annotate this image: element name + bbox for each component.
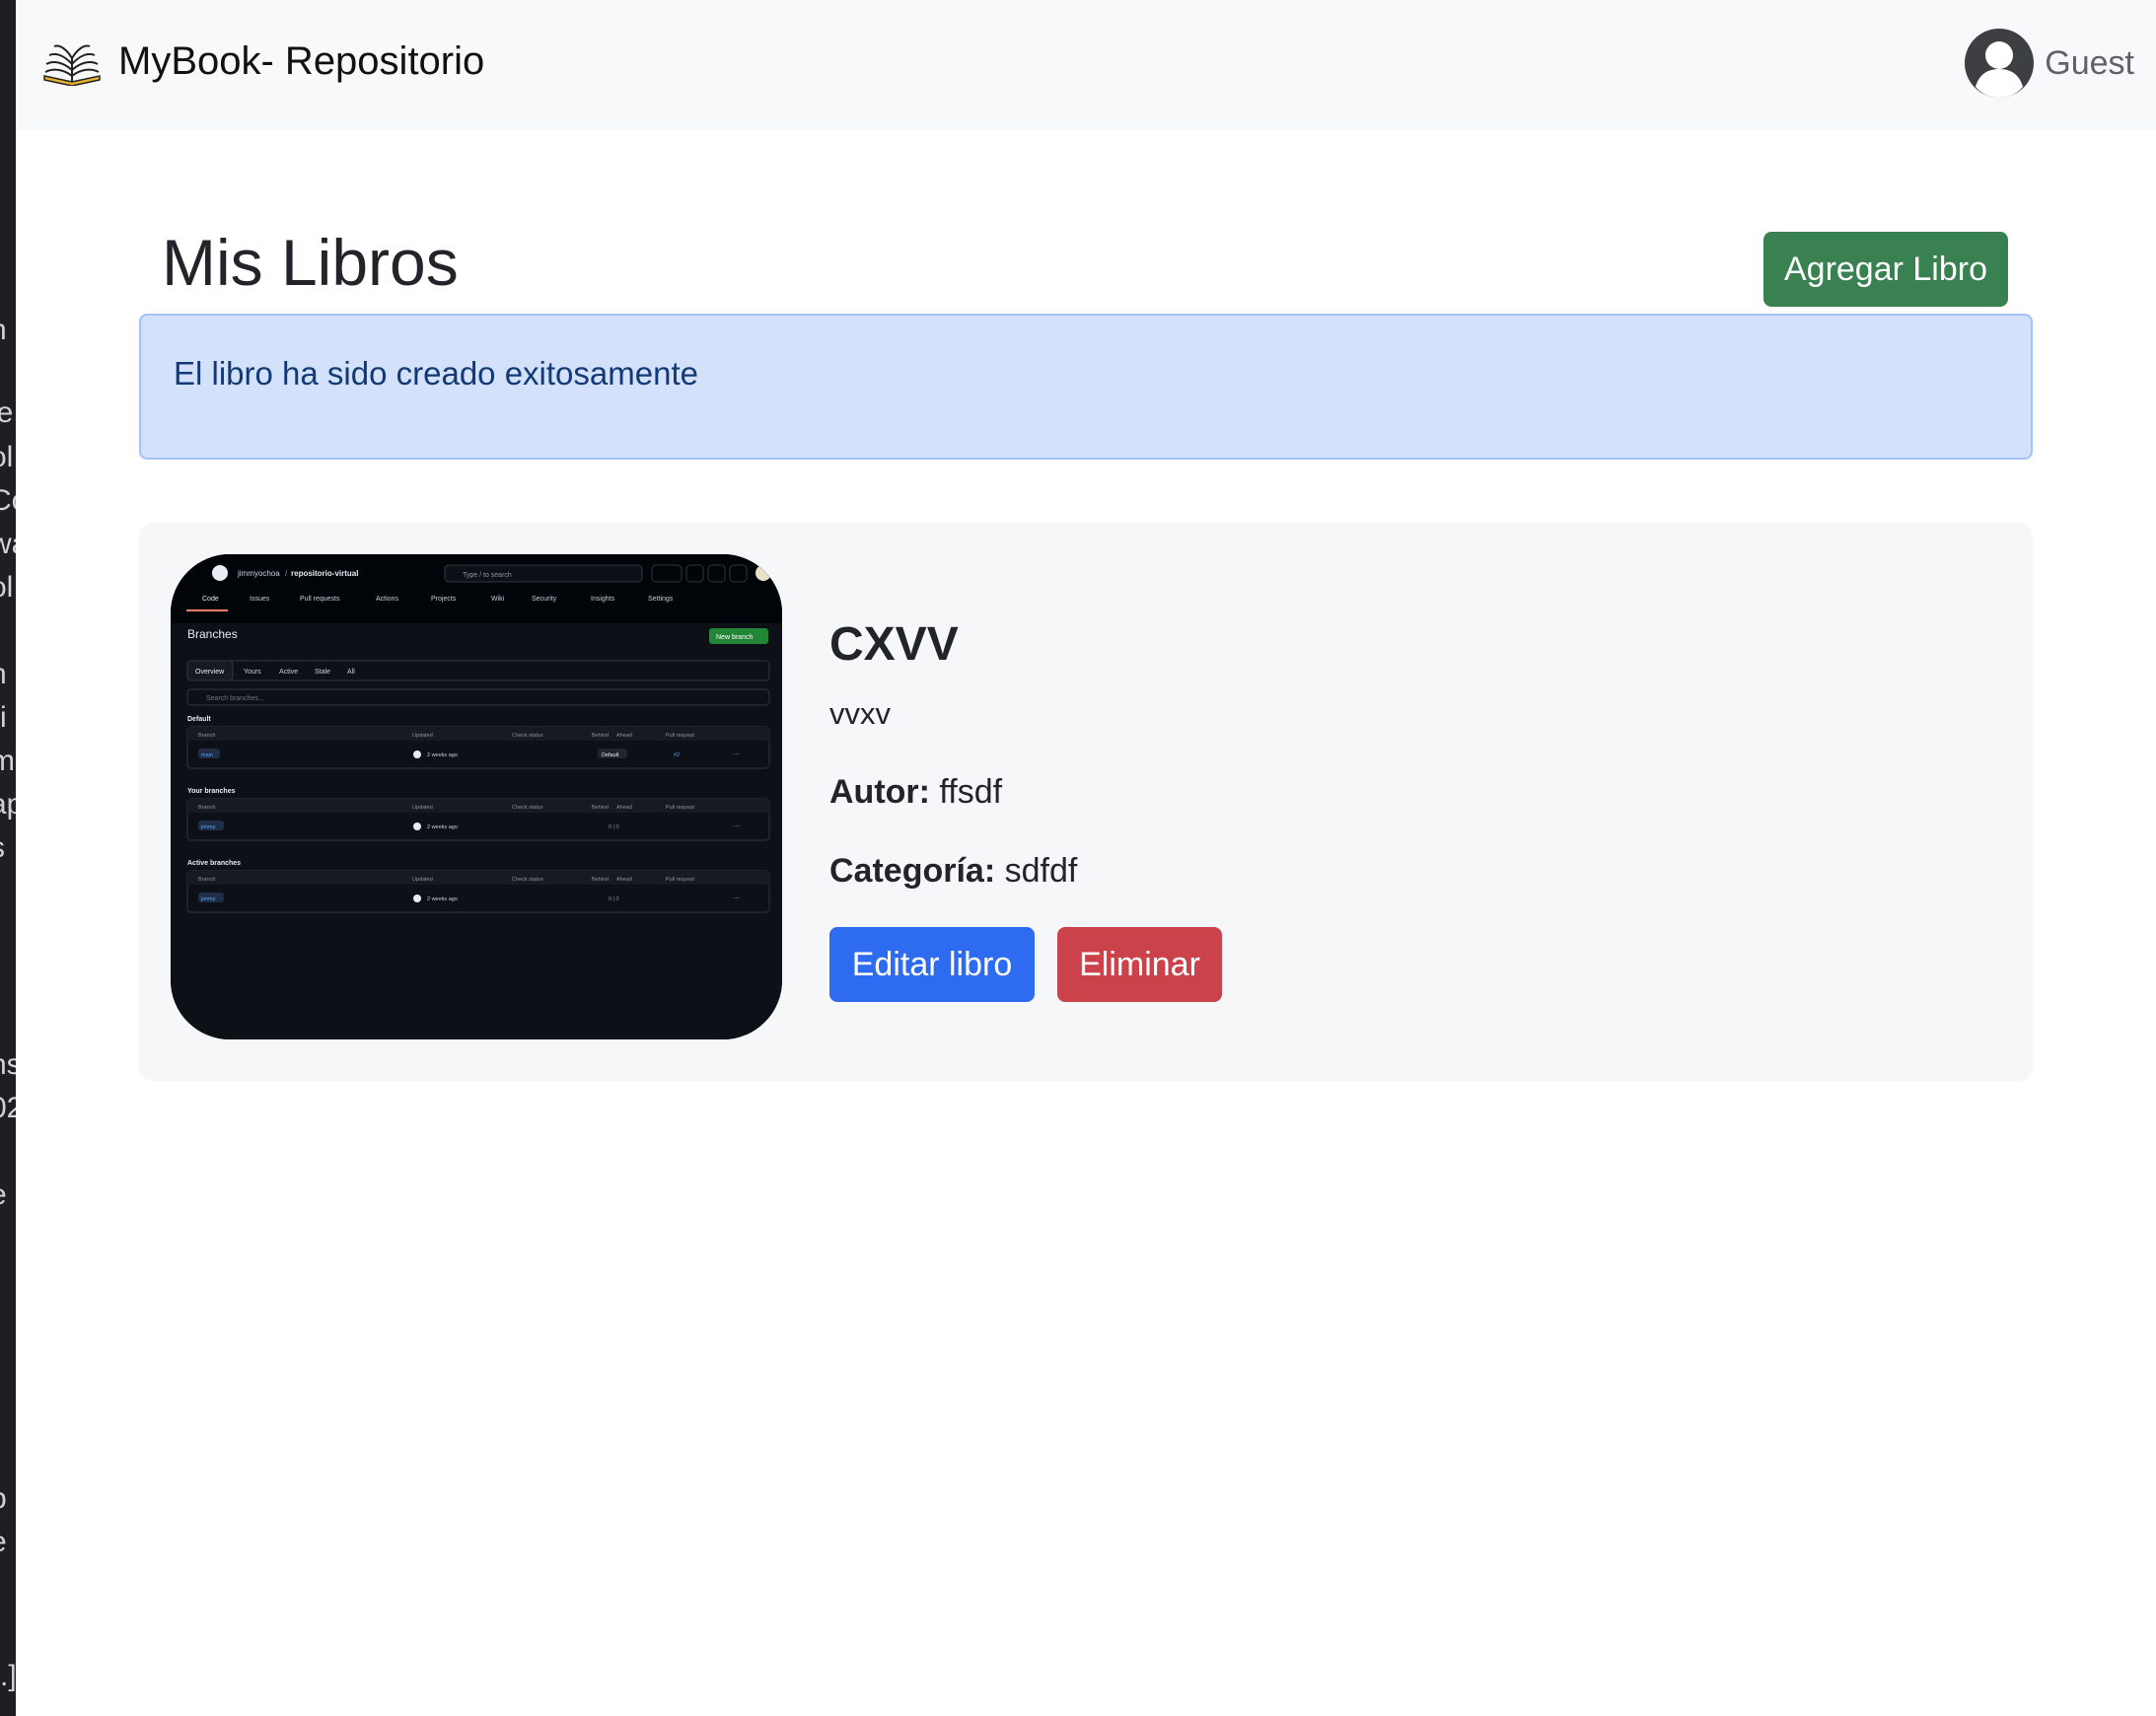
svg-text:⋯: ⋯: [733, 823, 740, 830]
success-alert: El libro ha sido creado exitosamente: [139, 314, 2033, 460]
cover-tab: Settings: [648, 596, 674, 603]
cover-filter: Active: [279, 669, 298, 676]
cover-heading: Branches: [187, 627, 238, 641]
cover-status: Default: [602, 752, 619, 758]
cover-search: Type / to search: [463, 572, 512, 579]
author-label: Autor:: [829, 773, 930, 811]
navbar: MyBook- Repositorio Guest: [16, 0, 2156, 130]
edge-text: e: [0, 1179, 7, 1212]
edge-text: le: [0, 396, 14, 429]
svg-text:⋯: ⋯: [733, 751, 740, 758]
cover-section: Active branches: [187, 860, 241, 867]
page-title: Mis Libros: [162, 226, 459, 299]
cover-tab: Code: [202, 596, 219, 603]
edge-text: ol: [0, 571, 14, 604]
cover-filter: All: [347, 669, 355, 676]
user-menu[interactable]: Guest: [1964, 28, 2134, 99]
edge-text: h: [0, 658, 7, 691]
github-icon: [212, 565, 228, 581]
book-title: CXVV: [829, 618, 959, 671]
edge-text: s: [0, 831, 5, 865]
add-book-button[interactable]: Agregar Libro: [1763, 232, 2008, 307]
cover-branch: main: [201, 752, 213, 758]
edge-text: -.]: [0, 1660, 16, 1692]
cover-col: Updated: [412, 733, 433, 739]
cover-tab: Actions: [376, 596, 398, 603]
cover-filter: Overview: [195, 669, 225, 676]
brand-title: MyBook- Repositorio: [118, 38, 485, 83]
book-category: Categoría: sdfdf: [829, 852, 1077, 891]
edge-text: ns: [0, 1048, 16, 1081]
cover-col: Behind: [592, 805, 609, 811]
cover-tab: Insights: [591, 596, 615, 603]
cover-col: Check status: [512, 805, 543, 811]
cover-updated: 2 weeks ago: [427, 824, 458, 830]
cover-status: 0 | 0: [609, 896, 619, 902]
cover-tab: Wiki: [491, 596, 505, 603]
book-author: Autor: ffsdf: [829, 773, 1002, 812]
edge-text: e: [0, 1526, 7, 1559]
category-label: Categoría:: [829, 852, 996, 890]
cover-col: Ahead: [616, 733, 632, 739]
edge-text: Co: [0, 484, 16, 517]
user-avatar-icon: [1964, 28, 2035, 99]
category-value: sdfdf: [1004, 852, 1078, 890]
repo-owner: jimmyochoa: [237, 569, 280, 578]
edit-book-button[interactable]: Editar libro: [829, 927, 1035, 1002]
cover-branch: jimmy: [200, 824, 216, 830]
cover-col: Updated: [412, 877, 433, 883]
cover-col: Branch: [198, 733, 215, 739]
book-card: jimmyochoa / repositorio-virtual Type / …: [139, 523, 2033, 1081]
repo-name: repositorio-virtual: [291, 569, 358, 578]
app-window: MyBook- Repositorio Guest Mis Libros Agr…: [16, 0, 2156, 1716]
edge-text: n: [0, 314, 7, 347]
user-name: Guest: [2045, 43, 2134, 82]
background-window-edge: n le ol Co wa ol h ri m ap s ns 02 e b e…: [0, 0, 16, 1716]
cover-filter: Stale: [315, 669, 330, 676]
edge-text: ri: [0, 701, 7, 734]
cover-updated: 2 weeks ago: [427, 752, 458, 758]
cover-col: Updated: [412, 805, 433, 811]
cover-col: Check status: [512, 877, 543, 883]
edge-text: ol: [0, 441, 14, 473]
alert-message: El libro ha sido creado exitosamente: [174, 355, 698, 392]
cover-col: Ahead: [616, 805, 632, 811]
cover-tab: Projects: [431, 596, 457, 603]
edge-text: 02: [0, 1092, 16, 1124]
cover-tab: Issues: [250, 596, 270, 603]
cover-updated: 2 weeks ago: [427, 896, 458, 902]
cover-col: Behind: [592, 877, 609, 883]
cover-tab: Security: [532, 596, 557, 603]
cover-col: Pull request: [666, 877, 695, 883]
cover-col: Check status: [512, 733, 543, 739]
cover-branch: jimmy: [200, 896, 216, 902]
cover-new-branch: New branch: [716, 634, 753, 641]
cover-tab: Pull requests: [300, 596, 340, 603]
brand-link[interactable]: MyBook- Repositorio: [41, 30, 484, 93]
book-description: vvxv: [829, 696, 891, 731]
book-cover-image: jimmyochoa / repositorio-virtual Type / …: [171, 554, 782, 1039]
cover-status: 0 | 0: [609, 824, 619, 830]
cover-section: Your branches: [187, 788, 236, 795]
edge-text: wa: [0, 528, 16, 560]
cover-col: Behind: [592, 733, 609, 739]
delete-book-button[interactable]: Eliminar: [1057, 927, 1222, 1002]
open-book-icon: [41, 36, 103, 87]
edge-text: b: [0, 1482, 7, 1516]
cover-col: Pull request: [666, 805, 695, 811]
cover-pr: #2: [674, 752, 680, 758]
cover-filter: Yours: [244, 669, 261, 676]
edge-text: ap: [0, 788, 16, 821]
cover-col: Pull request: [666, 733, 695, 739]
cover-col: Branch: [198, 877, 215, 883]
cover-section: Default: [187, 716, 211, 723]
author-value: ffsdf: [939, 773, 1003, 811]
edge-text: m: [0, 745, 15, 777]
cover-search-branches: Search branches...: [206, 695, 264, 702]
cover-col: Branch: [198, 805, 215, 811]
cover-col: Ahead: [616, 877, 632, 883]
svg-text:⋯: ⋯: [733, 895, 740, 902]
